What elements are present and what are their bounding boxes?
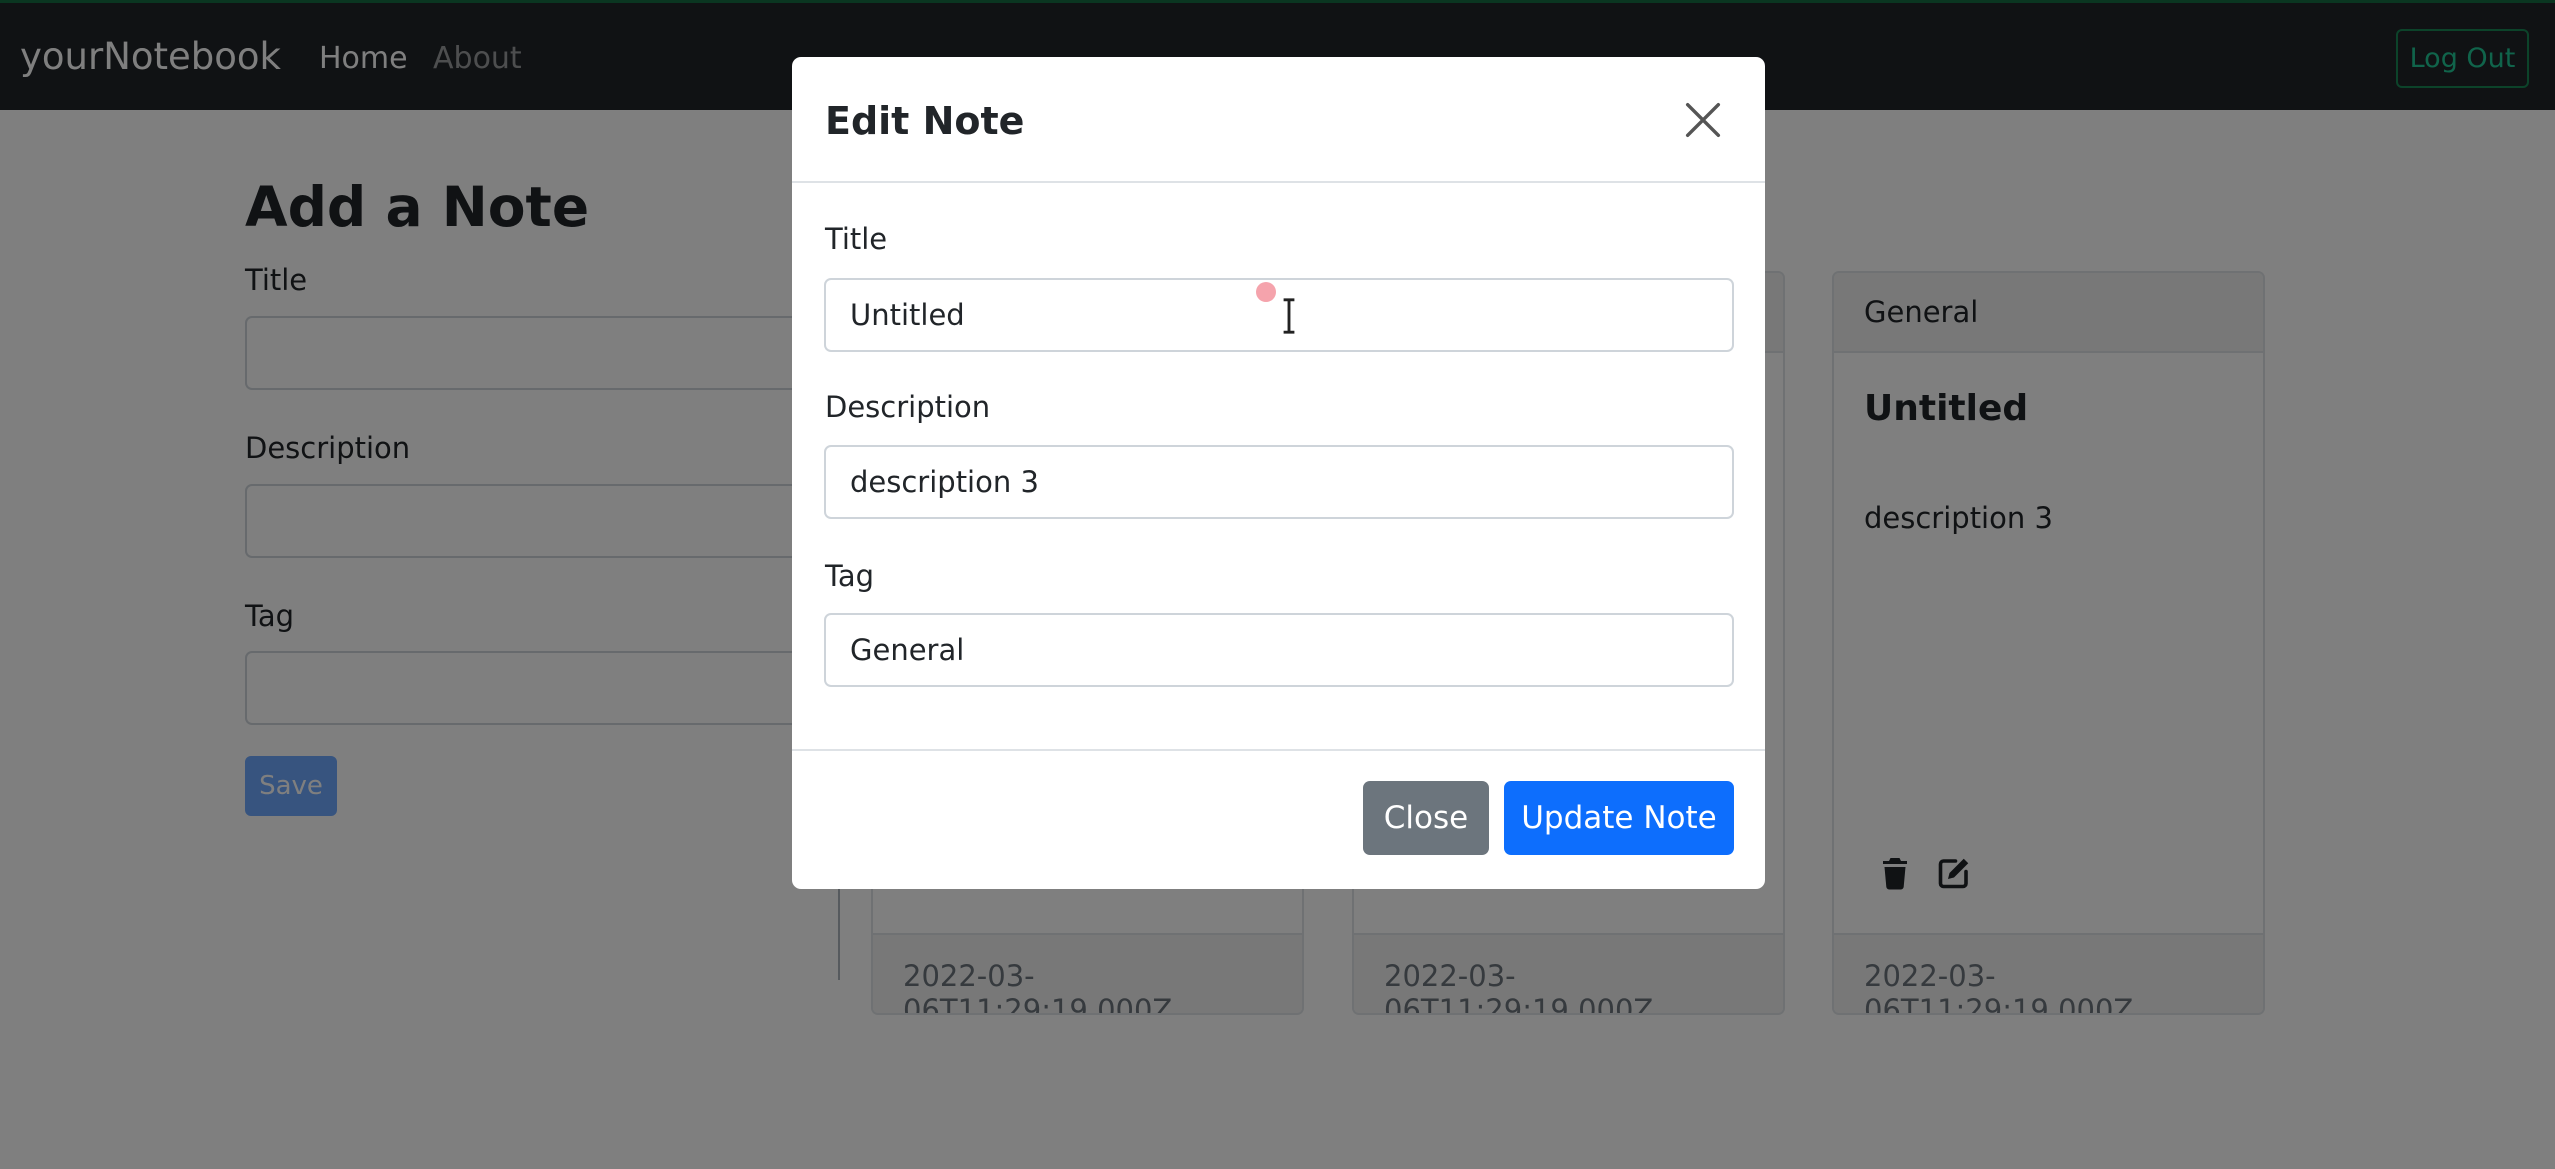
modal-description-label: Description [825, 390, 991, 424]
update-note-button[interactable]: Update Note [1504, 781, 1734, 855]
modal-description-input[interactable] [824, 445, 1734, 519]
click-indicator [1256, 282, 1276, 302]
modal-header: Edit Note [792, 57, 1765, 183]
modal-title-input[interactable] [824, 278, 1734, 352]
close-icon[interactable] [1680, 97, 1726, 143]
modal-tag-input[interactable] [824, 613, 1734, 687]
modal-title-label: Title [825, 222, 888, 256]
close-button[interactable]: Close [1363, 781, 1489, 855]
modal-title: Edit Note [825, 99, 1025, 143]
edit-note-modal: Edit Note Title Description Tag Close Up… [792, 57, 1765, 889]
modal-tag-label: Tag [825, 559, 875, 593]
text-cursor-icon [1283, 298, 1295, 334]
